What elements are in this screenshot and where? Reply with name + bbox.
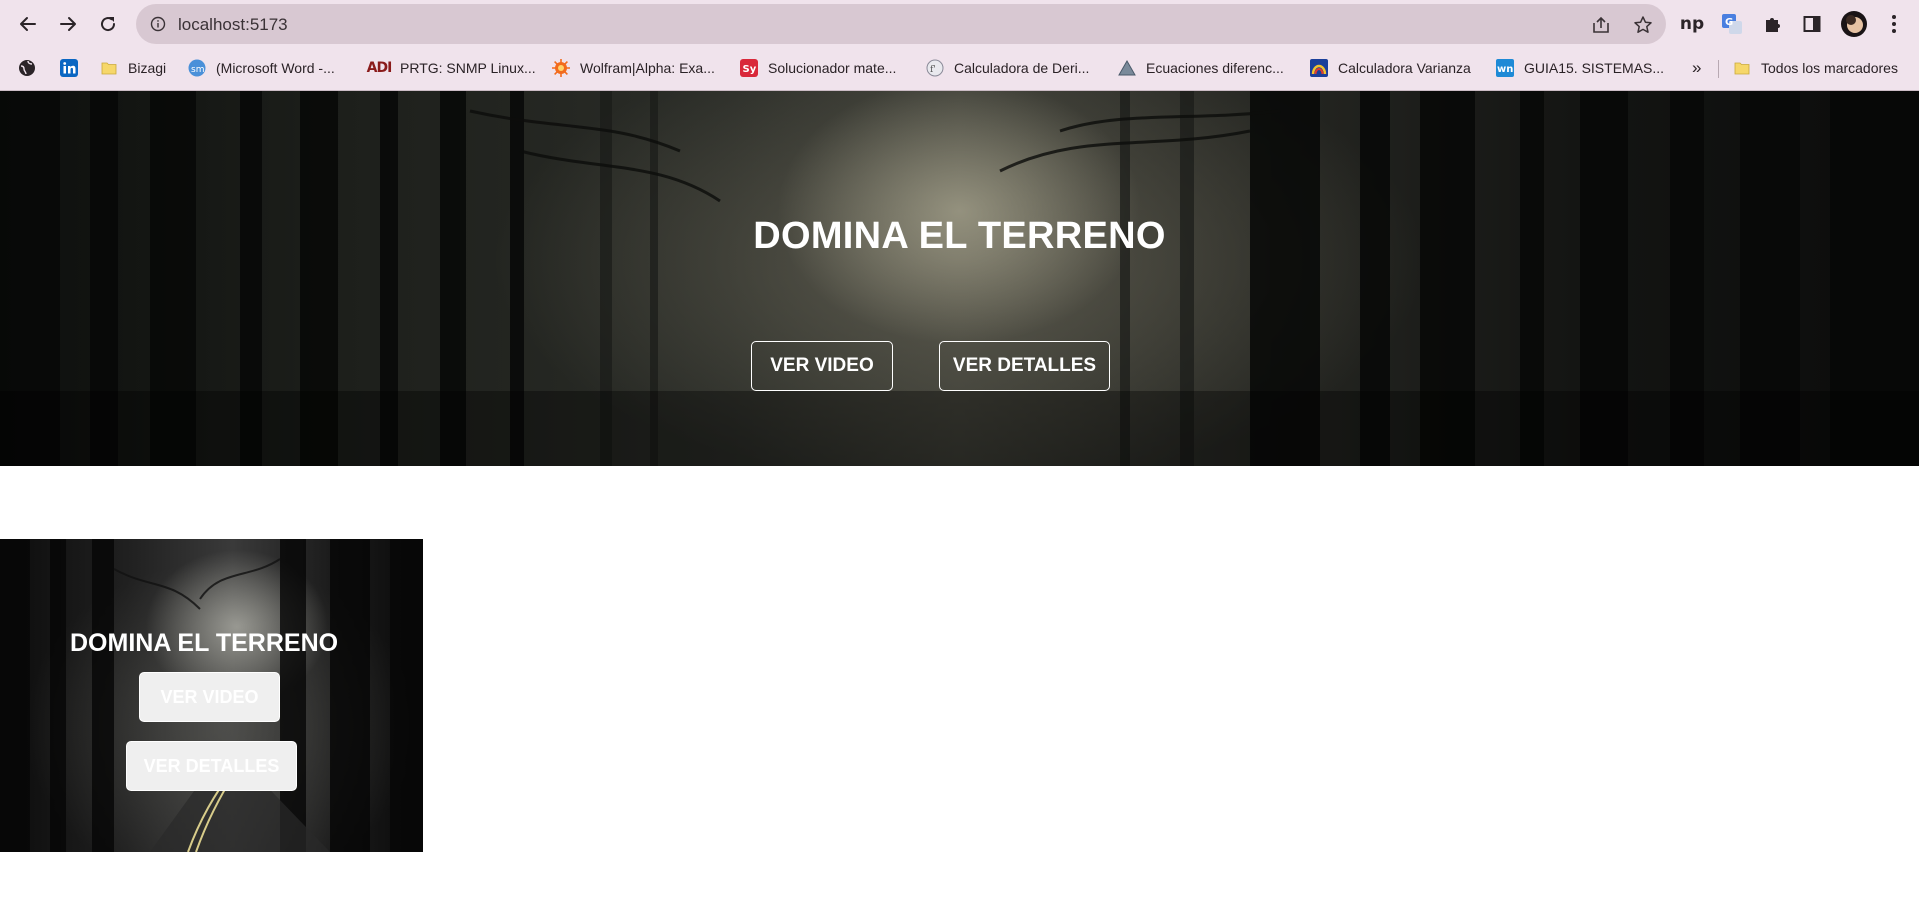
bookmark-label: Calculadora de Deri...: [954, 60, 1090, 76]
menu-kebab-icon[interactable]: [1880, 10, 1908, 38]
all-bookmarks-button[interactable]: Todos los marcadores: [1733, 56, 1898, 80]
forest-background-image: [0, 91, 1919, 466]
bookmarks-bar: Bizagi sm (Microsoft Word -... ADI PRTG:…: [0, 52, 1919, 84]
bookmark-symbolab[interactable]: Sy Solucionador mate...: [740, 56, 896, 80]
address-url[interactable]: localhost:5173: [178, 15, 288, 35]
site-info-icon[interactable]: [150, 16, 166, 37]
back-button[interactable]: [12, 8, 44, 40]
bookmark-label: PRTG: SNMP Linux...: [400, 60, 536, 76]
bookmark-varianza[interactable]: Calculadora Varianza: [1310, 56, 1471, 80]
bookmark-bizagi[interactable]: Bizagi: [100, 56, 166, 80]
bookmark-globe[interactable]: [18, 56, 46, 80]
bookmark-label: Solucionador mate...: [768, 60, 897, 76]
folder-icon: [100, 59, 118, 77]
card-ver-detalles-button[interactable]: VER DETALLES: [126, 741, 297, 791]
svg-text:G: G: [1725, 17, 1733, 28]
globe-icon: [18, 59, 36, 77]
browser-chrome: localhost:5173 np G Bizagi sm (Microsoft…: [0, 0, 1919, 91]
symbolab-icon: Sy: [740, 59, 758, 77]
bookmark-label: Calculadora Varianza: [1338, 60, 1471, 76]
more-bookmarks-button[interactable]: »: [1692, 56, 1701, 80]
bookmark-label: Bizagi: [128, 60, 167, 76]
card-title: DOMINA EL TERRENO: [70, 629, 339, 657]
translate-extension-icon[interactable]: G: [1718, 10, 1746, 38]
bookmark-guia15[interactable]: wn GUIA15. SISTEMAS...: [1496, 56, 1664, 80]
svg-text:f': f': [930, 65, 936, 75]
rainbow-icon: [1310, 59, 1328, 77]
bookmark-derivadas[interactable]: f' Calculadora de Deri...: [926, 56, 1089, 80]
reload-button[interactable]: [92, 8, 124, 40]
bookmark-wolfram[interactable]: Wolfram|Alpha: Exa...: [552, 56, 715, 80]
promo-card: DOMINA EL TERRENO VER VIDEO VER DETALLES: [0, 539, 423, 852]
bookmark-label: (Microsoft Word -...: [216, 60, 335, 76]
wn-icon: wn: [1496, 59, 1514, 77]
reload-icon: [101, 17, 116, 32]
bookmark-word[interactable]: sm (Microsoft Word -...: [188, 56, 335, 80]
bookmark-label: Ecuaciones diferenc...: [1146, 60, 1284, 76]
forward-button[interactable]: [52, 8, 84, 40]
bookmark-label: GUIA15. SISTEMAS...: [1524, 60, 1665, 76]
back-icon: [20, 17, 36, 31]
card-ver-video-button[interactable]: VER VIDEO: [139, 672, 280, 722]
puzzle-icon[interactable]: [1758, 10, 1786, 38]
derivative-icon: f': [926, 59, 944, 77]
bookmarks-divider: [1718, 60, 1719, 78]
browser-toolbar: localhost:5173 np G: [0, 0, 1919, 49]
hero-ver-detalles-button[interactable]: VER DETALLES: [939, 341, 1110, 391]
share-icon[interactable]: [1590, 14, 1612, 36]
forward-icon: [60, 17, 76, 31]
prtg-icon: ADI: [366, 60, 393, 76]
hero-banner: DOMINA EL TERRENO VER VIDEO VER DETALLES: [0, 91, 1919, 466]
sm-icon: sm: [188, 59, 206, 77]
svg-text:sm: sm: [191, 65, 204, 75]
folder-icon: [1733, 59, 1751, 77]
bookmark-ecuaciones[interactable]: Ecuaciones diferenc...: [1118, 56, 1284, 80]
bookmark-star-icon[interactable]: [1632, 14, 1654, 36]
side-panel-icon[interactable]: [1798, 10, 1826, 38]
bookmark-label: Wolfram|Alpha: Exa...: [580, 60, 715, 76]
wolfram-icon: [552, 59, 570, 77]
bookmark-label: Todos los marcadores: [1761, 60, 1898, 76]
hero-title: DOMINA EL TERRENO: [753, 215, 1166, 257]
address-bar[interactable]: localhost:5173: [136, 4, 1666, 44]
triangle-icon: [1118, 59, 1136, 77]
svg-text:Sy: Sy: [743, 64, 757, 75]
svg-text:wn: wn: [1497, 64, 1513, 75]
bookmark-linkedin[interactable]: [60, 56, 88, 80]
bookmark-prtg[interactable]: ADI PRTG: SNMP Linux...: [366, 56, 536, 80]
profile-avatar[interactable]: [1840, 10, 1868, 38]
np-extension-icon[interactable]: np: [1678, 10, 1706, 38]
hero-ver-video-button[interactable]: VER VIDEO: [751, 341, 893, 391]
linkedin-icon: [60, 59, 78, 77]
